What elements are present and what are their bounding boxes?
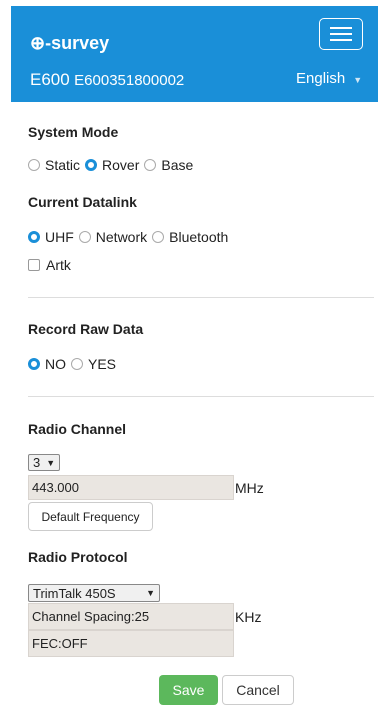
device-info: E600 E600351800002	[30, 70, 184, 90]
raw-data-yes-label: YES	[88, 356, 117, 372]
fec-field[interactable]: FEC:OFF	[28, 630, 234, 657]
artk-label: Artk	[46, 257, 71, 273]
channel-value: 3	[33, 455, 41, 470]
frequency-input[interactable]: 443.000	[28, 475, 234, 500]
hamburger-menu-icon	[330, 27, 352, 29]
radio-network[interactable]	[78, 231, 91, 243]
datalink-uhf-label: UHF	[45, 229, 74, 245]
radio-no[interactable]	[28, 358, 40, 370]
fec-value: FEC:OFF	[32, 636, 88, 651]
datalink-network-label: Network	[95, 229, 148, 245]
system-mode-heading: System Mode	[28, 124, 119, 140]
raw-data-options: NO YES	[28, 356, 121, 372]
datalink-options: UHF Network Bluetooth	[28, 229, 233, 245]
system-mode-rover-label: Rover	[102, 157, 140, 173]
default-frequency-button[interactable]: Default Frequency	[28, 502, 153, 531]
system-mode-rover[interactable]: Rover	[85, 157, 139, 173]
radio-bluetooth[interactable]	[152, 231, 165, 243]
chevron-down-icon: ▼	[46, 457, 56, 468]
system-mode-base[interactable]: Base	[144, 157, 193, 173]
datalink-bluetooth-label: Bluetooth	[169, 229, 229, 245]
hamburger-menu-icon-bar	[330, 33, 352, 35]
divider	[28, 396, 374, 397]
chevron-down-icon: ▼	[146, 588, 155, 598]
radio-rover[interactable]	[85, 159, 98, 171]
channel-select[interactable]: 3 ▼	[28, 454, 60, 471]
save-button[interactable]: Save	[159, 675, 218, 705]
brand-text: ⊕-survey	[30, 33, 110, 53]
system-mode-static-label: Static	[45, 157, 81, 173]
brand-logo: ⊕-survey	[30, 33, 109, 54]
frequency-unit: MHz	[235, 480, 264, 496]
device-model: E600	[30, 70, 70, 89]
protocol-select[interactable]: TrimTalk 450S ▼	[28, 584, 160, 602]
channel-spacing-unit: KHz	[235, 609, 262, 625]
radio-base[interactable]	[144, 159, 157, 171]
language-label: English	[296, 70, 346, 87]
radio-protocol-heading: Radio Protocol	[28, 549, 128, 565]
divider	[28, 297, 374, 298]
system-mode-options: Static Rover Base	[28, 157, 198, 173]
radio-uhf[interactable]	[28, 231, 40, 243]
system-mode-static[interactable]: Static	[28, 157, 80, 173]
device-serial: E600351800002	[74, 72, 185, 89]
hamburger-menu-icon-bar	[330, 39, 352, 41]
artk-option[interactable]: Artk	[28, 257, 71, 273]
radio-static[interactable]	[28, 159, 40, 171]
radio-channel-heading: Radio Channel	[28, 421, 127, 437]
raw-data-heading: Record Raw Data	[28, 321, 144, 337]
frequency-value: 443.000	[32, 480, 79, 495]
radio-yes[interactable]	[71, 358, 83, 370]
channel-spacing-value: Channel Spacing:25	[32, 609, 150, 624]
datalink-bluetooth[interactable]: Bluetooth	[152, 229, 228, 245]
hamburger-menu-button[interactable]	[319, 18, 363, 50]
artk-checkbox[interactable]	[28, 259, 40, 271]
raw-data-yes[interactable]: YES	[71, 356, 116, 372]
system-mode-base-label: Base	[161, 157, 194, 173]
channel-spacing-field[interactable]: Channel Spacing:25	[28, 603, 234, 630]
chevron-down-icon: ▼	[353, 74, 363, 85]
datalink-heading: Current Datalink	[28, 194, 137, 210]
datalink-uhf[interactable]: UHF	[28, 229, 74, 245]
top-header: ⊕-survey E600 E600351800002 English ▼	[11, 6, 378, 102]
datalink-network[interactable]: Network	[78, 229, 148, 245]
language-selector[interactable]: English ▼	[296, 70, 362, 87]
raw-data-no-label: NO	[45, 356, 66, 372]
cancel-button[interactable]: Cancel	[222, 675, 294, 705]
protocol-value: TrimTalk 450S	[33, 585, 116, 601]
raw-data-no[interactable]: NO	[28, 356, 66, 372]
